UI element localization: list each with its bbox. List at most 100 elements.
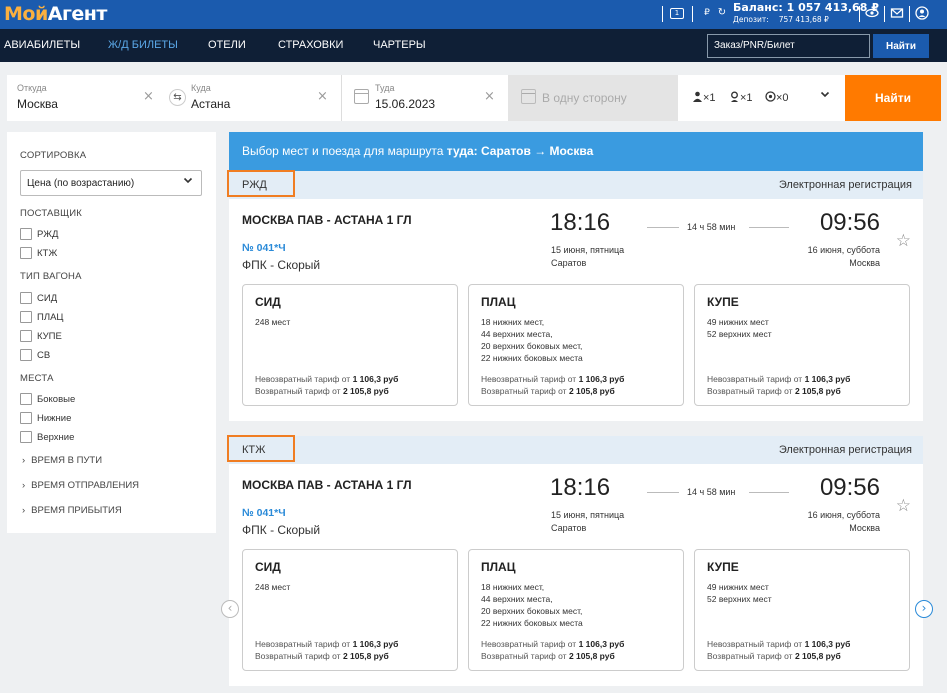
train-number[interactable]: № 041*Ч bbox=[242, 242, 286, 254]
currency-icon[interactable]: ₽ bbox=[700, 6, 714, 20]
child-icon bbox=[731, 91, 738, 102]
checkbox-label: Нижние bbox=[37, 413, 72, 424]
to-field[interactable]: Куда Астана × bbox=[181, 75, 341, 121]
checkbox-wagon-plats[interactable] bbox=[20, 311, 32, 323]
deposit: Депозит: 757 413,68 ₽ bbox=[733, 15, 829, 24]
route-title: МОСКВА ПАВ - АСТАНА 1 ГЛ bbox=[242, 213, 412, 227]
departure-time: 18:16 bbox=[550, 209, 611, 236]
chevron-right-icon: › bbox=[22, 455, 26, 466]
order-search-input[interactable]: Заказ/PNR/Билет bbox=[707, 34, 870, 58]
search-button[interactable]: Найти bbox=[845, 75, 941, 121]
date-field[interactable]: Туда 15.06.2023 × bbox=[342, 75, 508, 121]
train-type: ФПК - Скорый bbox=[242, 258, 321, 272]
logo[interactable]: МойАгент bbox=[4, 3, 107, 25]
departure-city: Саратов bbox=[551, 258, 587, 268]
eye-icon[interactable] bbox=[865, 6, 879, 20]
checkbox-label: РЖД bbox=[37, 229, 59, 240]
seat-class-kupe[interactable]: КУПЕ 49 нижних мест 52 верхних мест Нево… bbox=[694, 284, 910, 406]
nav-hotels[interactable]: ОТЕЛИ bbox=[208, 39, 246, 51]
adults-count[interactable]: ×1 bbox=[692, 91, 716, 104]
checkbox-label: Верхние bbox=[37, 432, 75, 443]
seat-class-sid[interactable]: СИД 248 мест Невозвратный тариф от 1 106… bbox=[242, 284, 458, 406]
train-number[interactable]: № 041*Ч bbox=[242, 507, 286, 519]
order-find-button[interactable]: Найти bbox=[873, 34, 929, 58]
star-icon[interactable]: ☆ bbox=[896, 231, 911, 251]
sort-heading: СОРТИРОВКА bbox=[20, 150, 87, 161]
star-icon[interactable]: ☆ bbox=[896, 496, 911, 516]
train-type: ФПК - Скорый bbox=[242, 523, 321, 537]
top-bar: МойАгент 1 ₽ ↻ Баланс: 1 057 413,68 ₽ Де… bbox=[0, 0, 947, 29]
accordion-departure-time[interactable]: › ВРЕМЯ ОТПРАВЛЕНИЯ bbox=[22, 480, 139, 491]
duration: 14 ч 58 мин bbox=[687, 487, 736, 497]
checkbox-wagon-sv[interactable] bbox=[20, 349, 32, 361]
departure-date: 15 июня, пятница bbox=[551, 245, 625, 255]
checkbox-label: ПЛАЦ bbox=[37, 312, 64, 323]
return-date-field[interactable]: В одну сторону bbox=[508, 75, 678, 121]
route-banner: Выбор мест и поезда для маршрута туда: С… bbox=[229, 132, 923, 171]
supplier-label: КТЖ bbox=[242, 444, 266, 456]
seat-class-sid[interactable]: СИД 248 мест Невозвратный тариф от 1 106… bbox=[242, 549, 458, 671]
wagon-heading: ТИП ВАГОНА bbox=[20, 271, 82, 282]
supplier-heading: ПОСТАВЩИК bbox=[20, 208, 82, 219]
clear-icon[interactable]: × bbox=[484, 89, 495, 104]
clear-icon[interactable]: × bbox=[317, 89, 328, 104]
seat-class-plats[interactable]: ПЛАЦ 18 нижних мест, 44 верхних места, 2… bbox=[468, 549, 684, 671]
arrival-time: 09:56 bbox=[819, 474, 880, 501]
chevron-left-icon[interactable]: ‹ bbox=[221, 600, 239, 618]
checkbox-label: КТЖ bbox=[37, 248, 58, 259]
chevron-right-icon[interactable]: › bbox=[915, 600, 933, 618]
chevron-down-icon bbox=[183, 175, 193, 188]
seat-class-kupe[interactable]: КУПЕ 49 нижних мест 52 верхних мест Нево… bbox=[694, 549, 910, 671]
nav-insurance[interactable]: СТРАХОВКИ bbox=[278, 39, 343, 51]
arrival-date: 16 июня, суббота bbox=[807, 245, 880, 255]
balance: Баланс: 1 057 413,68 ₽ bbox=[733, 1, 879, 14]
departure-city: Саратов bbox=[551, 523, 587, 533]
arrival-time: 09:56 bbox=[819, 209, 880, 236]
search-form: Откуда Москва × ⇆ Куда Астана × Туда 15.… bbox=[7, 75, 941, 121]
seat-class-plats[interactable]: ПЛАЦ 18 нижних мест, 44 верхних места, 2… bbox=[468, 284, 684, 406]
accordion-travel-time[interactable]: › ВРЕМЯ В ПУТИ bbox=[22, 455, 102, 466]
checkbox-supplier-ktzh[interactable] bbox=[20, 247, 32, 259]
chevron-right-icon: › bbox=[22, 505, 26, 516]
calendar-icon bbox=[521, 89, 536, 104]
notifications-icon[interactable]: 1 bbox=[670, 8, 684, 19]
e-registration-label: Электронная регистрация bbox=[778, 444, 912, 456]
train-card: РЖД Электронная регистрация МОСКВА ПАВ -… bbox=[227, 170, 923, 421]
checkbox-label: КУПЕ bbox=[37, 331, 62, 342]
departure-date: 15 июня, пятница bbox=[551, 510, 625, 520]
children-count[interactable]: ×1 bbox=[729, 91, 753, 104]
departure-time: 18:16 bbox=[550, 474, 611, 501]
checkbox-places-side[interactable] bbox=[20, 393, 32, 405]
card-header: РЖД Электронная регистрация bbox=[227, 170, 923, 199]
arrival-date: 16 июня, суббота bbox=[807, 510, 880, 520]
nav-charters[interactable]: ЧАРТЕРЫ bbox=[373, 39, 426, 51]
supplier-label: РЖД bbox=[242, 179, 267, 191]
checkbox-supplier-rzd[interactable] bbox=[20, 228, 32, 240]
chevron-down-icon[interactable] bbox=[820, 89, 830, 102]
user-icon[interactable] bbox=[915, 6, 929, 20]
calendar-icon bbox=[354, 89, 369, 104]
nav-avia[interactable]: АВИАБИЛЕТЫ bbox=[4, 39, 80, 51]
checkbox-label: СИД bbox=[37, 293, 58, 304]
refresh-icon[interactable]: ↻ bbox=[715, 6, 729, 20]
arrival-city: Москва bbox=[849, 258, 880, 268]
train-card: КТЖ Электронная регистрация МОСКВА ПАВ -… bbox=[227, 435, 923, 686]
card-header: КТЖ Электронная регистрация bbox=[227, 435, 923, 464]
checkbox-wagon-sid[interactable] bbox=[20, 292, 32, 304]
checkbox-wagon-kupe[interactable] bbox=[20, 330, 32, 342]
accordion-arrival-time[interactable]: › ВРЕМЯ ПРИБЫТИЯ bbox=[22, 505, 122, 516]
from-field[interactable]: Откуда Москва × bbox=[7, 75, 167, 121]
duration: 14 ч 58 мин bbox=[687, 222, 736, 232]
clear-icon[interactable]: × bbox=[143, 89, 154, 104]
adult-icon bbox=[693, 91, 702, 102]
mail-icon[interactable] bbox=[890, 6, 904, 20]
nav-rail[interactable]: Ж/Д БИЛЕТЫ bbox=[108, 39, 178, 51]
arrival-city: Москва bbox=[849, 523, 880, 533]
checkbox-places-lower[interactable] bbox=[20, 412, 32, 424]
filters-sidebar: СОРТИРОВКА Цена (по возрастанию) ПОСТАВЩ… bbox=[7, 132, 216, 533]
infants-count[interactable]: ×0 bbox=[765, 91, 789, 104]
chevron-right-icon: › bbox=[22, 480, 26, 491]
checkbox-places-upper[interactable] bbox=[20, 431, 32, 443]
checkbox-label: СВ bbox=[37, 350, 51, 361]
sort-select[interactable]: Цена (по возрастанию) bbox=[20, 170, 202, 196]
